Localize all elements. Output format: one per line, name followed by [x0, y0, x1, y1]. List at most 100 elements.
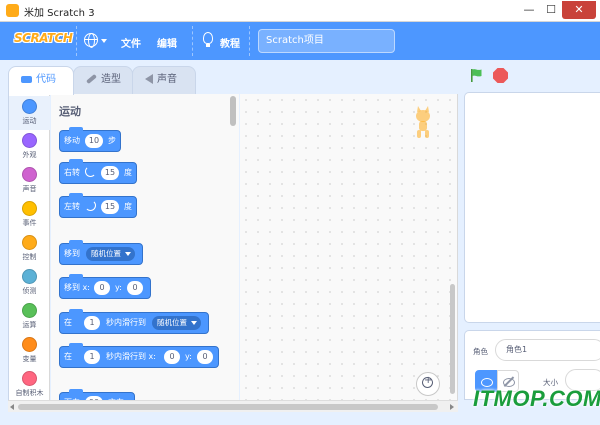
- degrees-input[interactable]: 15: [101, 200, 119, 214]
- category-my-blocks[interactable]: 自制积木: [9, 368, 50, 402]
- block-text: 右转: [64, 168, 80, 177]
- code-icon: [21, 75, 32, 83]
- lightbulb-icon: [203, 32, 213, 47]
- block-text: 移到: [64, 249, 80, 258]
- category-label: 自制积木: [15, 389, 44, 397]
- edit-menu[interactable]: 编辑: [157, 35, 177, 50]
- zoom-in-button[interactable]: [416, 372, 440, 396]
- y-input[interactable]: 0: [197, 350, 213, 364]
- degrees-input[interactable]: 15: [101, 166, 119, 180]
- block-go-to-xy[interactable]: 移到 x: 0 y: 0: [59, 274, 151, 299]
- block-text: y:: [115, 283, 122, 292]
- rotate-left-icon: [85, 200, 96, 211]
- globe-icon: [84, 33, 98, 48]
- rotate-right-icon: [85, 166, 96, 177]
- palette-scrollbar[interactable]: [230, 96, 236, 126]
- palette-heading: 运动: [59, 105, 81, 118]
- tab-costumes[interactable]: 造型: [73, 66, 133, 94]
- block-turn-left[interactable]: 左转 15 度: [59, 193, 137, 218]
- category-variables[interactable]: 变量: [9, 334, 50, 368]
- category-control[interactable]: 控制: [9, 232, 50, 266]
- tab-sounds[interactable]: 声音: [132, 66, 196, 94]
- stage[interactable]: [464, 92, 600, 323]
- green-flag-icon[interactable]: [469, 68, 483, 82]
- block-turn-right[interactable]: 右转 15 度: [59, 159, 137, 184]
- maximize-button[interactable]: ☐: [540, 1, 562, 19]
- menu-bar: SCRATCH 文件 编辑 教程 Scratch项目: [0, 22, 600, 60]
- block-text: 面向: [64, 393, 80, 400]
- block-glide-to[interactable]: 在 1 秒内滑行到 随机位置: [59, 309, 209, 334]
- tab-code[interactable]: 代码: [8, 66, 74, 95]
- category-label: 声音: [22, 185, 37, 193]
- app-icon: [6, 4, 19, 17]
- category-control-dot: [22, 235, 37, 250]
- category-label: 外观: [22, 151, 37, 159]
- file-menu[interactable]: 文件: [121, 35, 141, 50]
- category-label: 侦测: [22, 287, 37, 295]
- tutorials-menu[interactable]: 教程: [220, 35, 240, 50]
- category-motion[interactable]: 运动: [9, 96, 50, 130]
- scroll-right-icon[interactable]: [450, 404, 454, 410]
- category-events[interactable]: 事件: [9, 198, 50, 232]
- block-glide-xy[interactable]: 在 1 秒内滑行到 x: 0 y: 0: [59, 343, 219, 368]
- category-motion-dot: [22, 99, 37, 114]
- seconds-input[interactable]: 1: [84, 316, 100, 330]
- category-menu: 运动 外观 声音 事件 控制 侦测 运算 变量 自制积木: [8, 94, 50, 400]
- seconds-input[interactable]: 1: [84, 350, 100, 364]
- sprite-name-label: 角色: [473, 347, 488, 356]
- tab-costumes-label: 造型: [101, 74, 121, 85]
- menu-divider: [249, 26, 250, 56]
- minimize-button[interactable]: —: [518, 1, 540, 19]
- category-sensing-dot: [22, 269, 37, 284]
- horizontal-scrollbar[interactable]: [8, 400, 458, 412]
- window-bottom-edge: [0, 412, 600, 425]
- block-point-in-direction[interactable]: 面向 90 方向: [59, 389, 135, 400]
- scrollbar-thumb[interactable]: [18, 404, 438, 410]
- scroll-left-icon[interactable]: [10, 404, 14, 410]
- category-operators[interactable]: 运算: [9, 300, 50, 334]
- block-text: 移动: [64, 136, 80, 145]
- category-label: 事件: [22, 219, 37, 227]
- scratch-logo[interactable]: SCRATCH: [14, 31, 73, 45]
- block-text: 度: [124, 202, 132, 211]
- menu-divider: [192, 26, 193, 56]
- code-area[interactable]: [240, 94, 458, 400]
- category-sound-dot: [22, 167, 37, 182]
- category-label: 控制: [22, 253, 37, 261]
- category-my-blocks-dot: [22, 371, 37, 386]
- tab-code-label: 代码: [36, 74, 56, 85]
- category-sensing[interactable]: 侦测: [9, 266, 50, 300]
- code-area-scrollbar[interactable]: [450, 284, 455, 394]
- block-text: 秒内滑行到: [106, 318, 146, 327]
- window-title: 米加 Scratch 3: [24, 8, 95, 19]
- close-button[interactable]: ✕: [562, 1, 596, 19]
- block-move-steps[interactable]: 移动 10 步: [59, 127, 121, 152]
- target-dropdown[interactable]: 随机位置: [152, 316, 201, 330]
- block-text: y:: [185, 352, 192, 361]
- category-looks[interactable]: 外观: [9, 130, 50, 164]
- category-events-dot: [22, 201, 37, 216]
- speaker-icon: [145, 74, 153, 84]
- category-label: 运算: [22, 321, 37, 329]
- stop-icon[interactable]: [493, 68, 508, 83]
- category-operators-dot: [22, 303, 37, 318]
- steps-input[interactable]: 10: [85, 134, 103, 148]
- block-palette: 运动 移动 10 步 右转 15 度 左转 15 度 移到 随机位置 移到 x:…: [51, 94, 239, 400]
- tab-sounds-label: 声音: [157, 74, 177, 85]
- sprite-name-input[interactable]: 角色1: [495, 339, 600, 361]
- caret-down-icon: [101, 39, 107, 43]
- category-looks-dot: [22, 133, 37, 148]
- window-titlebar: 米加 Scratch 3 — ☐ ✕: [0, 0, 600, 22]
- block-text: 方向: [108, 393, 124, 400]
- project-title-input[interactable]: Scratch项目: [258, 29, 395, 53]
- x-input[interactable]: 0: [164, 350, 180, 364]
- category-label: 变量: [22, 355, 37, 363]
- block-text: 在: [64, 318, 72, 327]
- sprite-cat-icon: [416, 106, 430, 138]
- category-sound[interactable]: 声音: [9, 164, 50, 198]
- target-dropdown[interactable]: 随机位置: [86, 247, 135, 261]
- x-input[interactable]: 0: [94, 281, 110, 295]
- block-go-to[interactable]: 移到 随机位置: [59, 240, 143, 265]
- y-input[interactable]: 0: [127, 281, 143, 295]
- brush-icon: [86, 73, 97, 85]
